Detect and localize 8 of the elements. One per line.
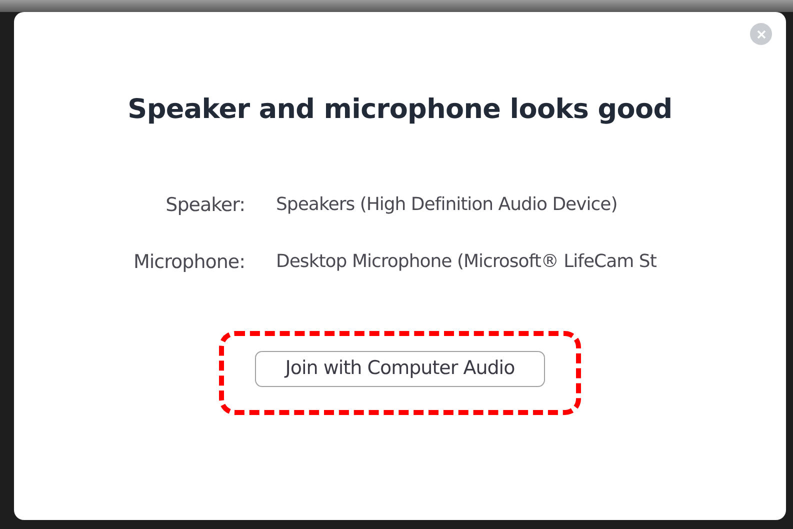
device-label: Speaker:: [164, 192, 245, 218]
device-name: Speakers (High Definition Audio Device): [276, 192, 618, 216]
dialog-title: Speaker and microphone looks good: [128, 93, 672, 127]
device-label: Microphone:: [132, 250, 245, 275]
close-button[interactable]: [750, 23, 772, 45]
close-icon: [756, 30, 766, 38]
device-name: Desktop Microphone (Microsoft® LifeCam St: [276, 250, 658, 274]
join-audio-button[interactable]: Join with Computer Audio: [255, 350, 545, 386]
